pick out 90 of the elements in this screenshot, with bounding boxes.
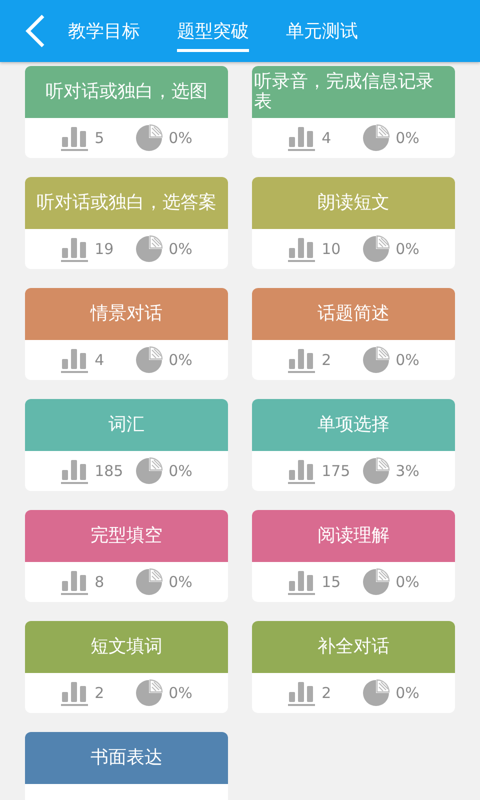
pie-chart-icon: [134, 235, 163, 263]
question-count: 2: [322, 351, 332, 369]
progress-percent: 0%: [168, 684, 192, 702]
card-background[interactable]: 词汇 185 0%: [25, 399, 228, 491]
progress-percent: 3%: [396, 462, 420, 480]
card-background[interactable]: 听对话或独白，选答案 19 0%: [25, 177, 228, 269]
question-count: 15: [322, 573, 342, 591]
question-count: 19: [94, 240, 115, 258]
card-title-text: 阅读理解: [318, 526, 390, 546]
card-background[interactable]: 听录音，完成信息记录表 4 0%: [252, 66, 455, 158]
bar-chart-icon: [288, 347, 316, 373]
bar-chart-icon: [288, 680, 316, 706]
pie-chart-icon: [134, 679, 163, 707]
card-title-text: 听对话或独白，选答案: [36, 193, 216, 213]
progress-percent: 0%: [168, 573, 192, 591]
progress-percent: 0%: [168, 462, 192, 480]
bar-chart-icon: [60, 347, 89, 373]
card-title[interactable]: 书面表达: [25, 732, 228, 784]
bar-chart-icon: [288, 458, 316, 484]
pie-chart-icon: [362, 124, 390, 152]
card-title[interactable]: 补全对话: [252, 621, 455, 673]
progress-percent: 0%: [396, 240, 420, 258]
card-background[interactable]: 完型填空 8 0%: [25, 510, 228, 602]
card-background[interactable]: 情景对话 4 0%: [25, 288, 228, 380]
tab[interactable]: 教学目标: [68, 10, 140, 52]
card-title[interactable]: 短文填词: [25, 621, 228, 673]
bar-chart-icon: [60, 680, 89, 706]
progress-percent: 0%: [396, 573, 420, 591]
progress-percent: 0%: [396, 129, 420, 147]
question-count: 4: [322, 129, 332, 147]
card-background[interactable]: 单项选择 175 3%: [252, 399, 455, 491]
pie-chart-icon: [362, 568, 390, 596]
card-title[interactable]: 情景对话: [25, 288, 228, 340]
pie-chart-icon: [362, 457, 390, 485]
back-icon[interactable]: [24, 14, 46, 48]
card-title-text: 听录音，完成信息记录表: [254, 72, 435, 112]
card-title-text: 朗读短文: [318, 193, 390, 213]
question-count: 2: [322, 684, 332, 702]
card-background[interactable]: 话题简述 2 0%: [252, 288, 455, 380]
card-title-text: 完型填空: [90, 526, 162, 546]
card-title-text: 补全对话: [318, 637, 390, 657]
progress-percent: 0%: [168, 129, 192, 147]
pie-chart-icon: [134, 457, 163, 485]
card-background[interactable]: 补全对话 2 0%: [252, 621, 455, 713]
card-title[interactable]: 话题简述: [252, 288, 455, 340]
question-count: 5: [94, 129, 106, 147]
card-background[interactable]: 短文填词 2 0%: [25, 621, 228, 713]
card-title-text: 词汇: [108, 415, 144, 435]
card-title[interactable]: 完型填空: [25, 510, 228, 562]
bar-chart-icon: [288, 125, 316, 151]
question-count: 8: [94, 573, 106, 591]
question-count: 185: [94, 462, 124, 480]
pie-chart-icon: [134, 568, 163, 596]
progress-percent: 0%: [168, 351, 192, 369]
bar-chart-icon: [288, 236, 316, 262]
bar-chart-icon: [60, 125, 89, 151]
tab[interactable]: 题型突破: [177, 10, 249, 52]
card-title[interactable]: 听录音，完成信息记录表: [252, 66, 455, 118]
card-title-text: 单项选择: [318, 415, 390, 435]
card-title-text: 话题简述: [318, 304, 390, 324]
card-background[interactable]: 阅读理解 15 0%: [252, 510, 455, 602]
card-background[interactable]: 听对话或独白，选图 5 0%: [25, 66, 228, 158]
question-count: 10: [322, 240, 342, 258]
card-title[interactable]: 词汇: [25, 399, 228, 451]
card-title-text: 书面表达: [90, 748, 162, 768]
card-title[interactable]: 听对话或独白，选答案: [25, 177, 228, 229]
question-count: 4: [94, 351, 106, 369]
pie-chart-icon: [362, 346, 390, 374]
pie-chart-icon: [362, 679, 390, 707]
progress-percent: 0%: [396, 351, 420, 369]
bar-chart-icon: [288, 569, 316, 595]
card-title[interactable]: 听对话或独白，选图: [25, 66, 228, 118]
card-background[interactable]: 朗读短文 10 0%: [252, 177, 455, 269]
progress-percent: 0%: [168, 240, 192, 258]
pie-chart-icon: [134, 346, 163, 374]
card-title-text: 听对话或独白，选图: [46, 82, 208, 102]
pie-chart-icon: [362, 235, 390, 263]
bar-chart-icon: [60, 458, 89, 484]
pie-chart-icon: [134, 124, 163, 152]
card-title[interactable]: 朗读短文: [252, 177, 455, 229]
question-count: 175: [322, 462, 352, 480]
bar-chart-icon: [60, 236, 89, 262]
card-title[interactable]: 阅读理解: [252, 510, 455, 562]
bar-chart-icon: [60, 569, 89, 595]
card-title-text: 短文填词: [90, 637, 162, 657]
card-title[interactable]: 单项选择: [252, 399, 455, 451]
tab[interactable]: 单元测试: [286, 10, 358, 52]
question-count: 2: [94, 684, 106, 702]
card-title-text: 情景对话: [90, 304, 162, 324]
progress-percent: 0%: [396, 684, 420, 702]
